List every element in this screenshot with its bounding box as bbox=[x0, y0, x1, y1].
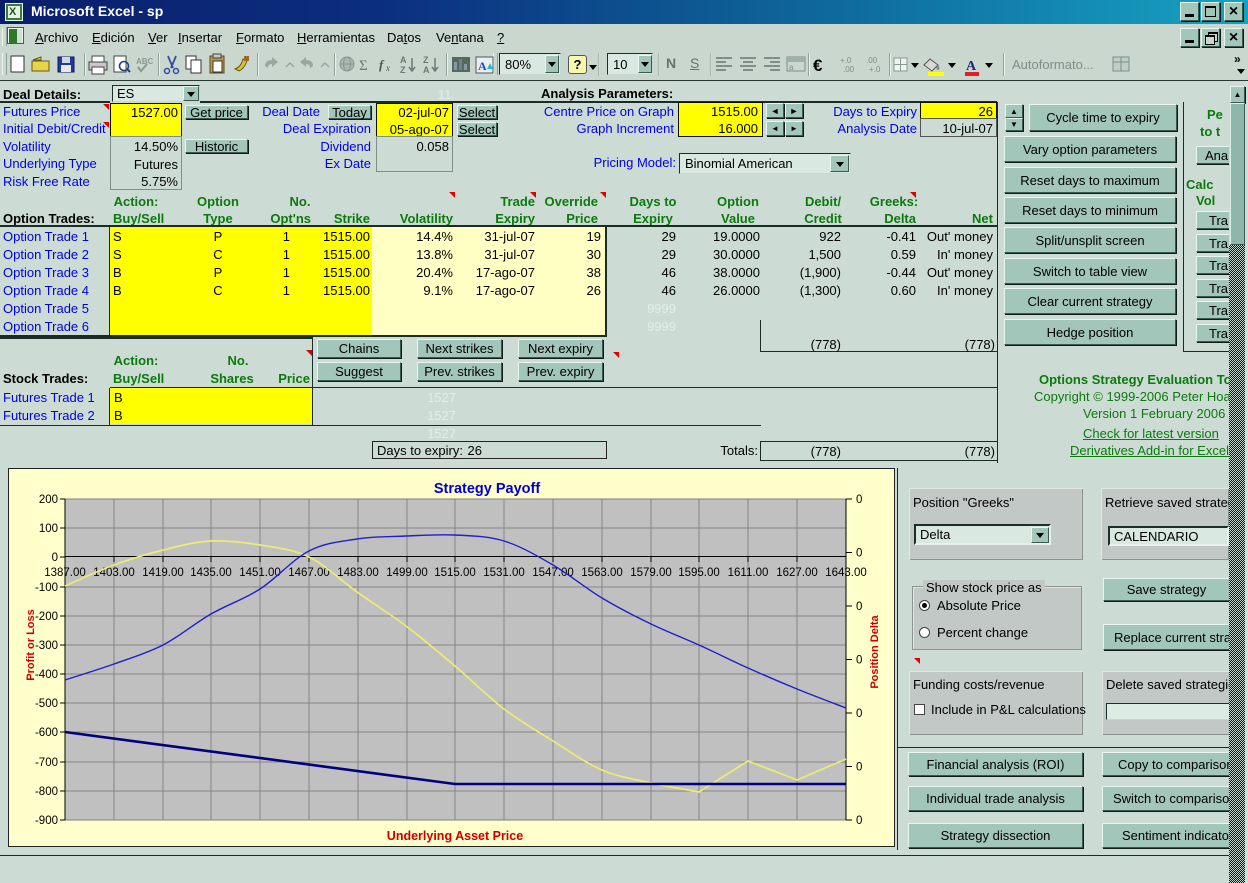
svg-text:A: A bbox=[478, 59, 487, 73]
svg-text:1531.00: 1531.00 bbox=[483, 567, 525, 579]
svg-text:1419.00: 1419.00 bbox=[142, 567, 184, 579]
svg-text:-100: -100 bbox=[35, 582, 58, 594]
svg-text:-200: -200 bbox=[35, 611, 58, 623]
svg-text:Σ: Σ bbox=[359, 58, 368, 74]
svg-text:-400: -400 bbox=[35, 669, 58, 681]
svg-text:1563.00: 1563.00 bbox=[581, 567, 623, 579]
svg-text:-900: -900 bbox=[35, 815, 58, 827]
svg-text:-800: -800 bbox=[35, 786, 58, 798]
svg-text:0: 0 bbox=[52, 552, 58, 564]
svg-text:x: x bbox=[385, 63, 390, 73]
svg-text:1579.00: 1579.00 bbox=[630, 567, 672, 579]
svg-text:Autoformato...: Autoformato... bbox=[1012, 57, 1094, 72]
svg-text:0: 0 bbox=[856, 815, 862, 827]
svg-text:+.0: +.0 bbox=[869, 65, 881, 74]
svg-text:a: a bbox=[789, 63, 794, 72]
svg-text:0: 0 bbox=[856, 494, 862, 506]
svg-text:1515.00: 1515.00 bbox=[434, 567, 476, 579]
svg-text:1483.00: 1483.00 bbox=[337, 567, 379, 579]
svg-text:Profit or Loss: Profit or Loss bbox=[25, 609, 37, 681]
svg-text:f: f bbox=[379, 57, 385, 72]
svg-text:Strategy Payoff: Strategy Payoff bbox=[434, 481, 541, 497]
svg-text:0: 0 bbox=[856, 655, 862, 667]
svg-text:0: 0 bbox=[856, 708, 862, 720]
svg-text:1467.00: 1467.00 bbox=[288, 567, 330, 579]
svg-text:.00: .00 bbox=[843, 65, 855, 74]
svg-text:A: A bbox=[400, 55, 407, 65]
svg-text:1627.00: 1627.00 bbox=[776, 567, 818, 579]
svg-text:ABC: ABC bbox=[136, 57, 154, 66]
svg-text:1611.00: 1611.00 bbox=[728, 567, 769, 579]
svg-text:1435.00: 1435.00 bbox=[190, 567, 232, 579]
svg-text:A: A bbox=[966, 59, 977, 74]
svg-text:1387.00: 1387.00 bbox=[44, 567, 86, 579]
svg-text:+.0: +.0 bbox=[840, 56, 852, 65]
svg-text:100: 100 bbox=[39, 523, 58, 535]
svg-text:.00: .00 bbox=[866, 56, 878, 65]
svg-text:-600: -600 bbox=[35, 727, 58, 739]
svg-text:0: 0 bbox=[856, 762, 862, 774]
svg-text:0: 0 bbox=[856, 601, 862, 613]
svg-text:200: 200 bbox=[39, 494, 58, 506]
svg-text:-500: -500 bbox=[35, 698, 58, 710]
svg-text:Underlying Asset Price: Underlying Asset Price bbox=[387, 829, 523, 843]
svg-text:1403.00: 1403.00 bbox=[93, 567, 135, 579]
svg-text:Z: Z bbox=[423, 55, 429, 65]
svg-text:Position Delta: Position Delta bbox=[869, 614, 881, 688]
svg-text:-700: -700 bbox=[35, 757, 58, 769]
svg-text:-300: -300 bbox=[35, 640, 58, 652]
svg-text:€: € bbox=[813, 56, 823, 75]
svg-text:1499.00: 1499.00 bbox=[386, 567, 428, 579]
svg-text:Z: Z bbox=[400, 65, 406, 75]
svg-text:A: A bbox=[423, 65, 430, 75]
svg-text:»: » bbox=[1234, 52, 1241, 66]
svg-text:1595.00: 1595.00 bbox=[678, 567, 720, 579]
svg-text:0: 0 bbox=[856, 548, 862, 560]
svg-text:1643.00: 1643.00 bbox=[825, 567, 867, 579]
svg-text:1547.00: 1547.00 bbox=[532, 567, 574, 579]
